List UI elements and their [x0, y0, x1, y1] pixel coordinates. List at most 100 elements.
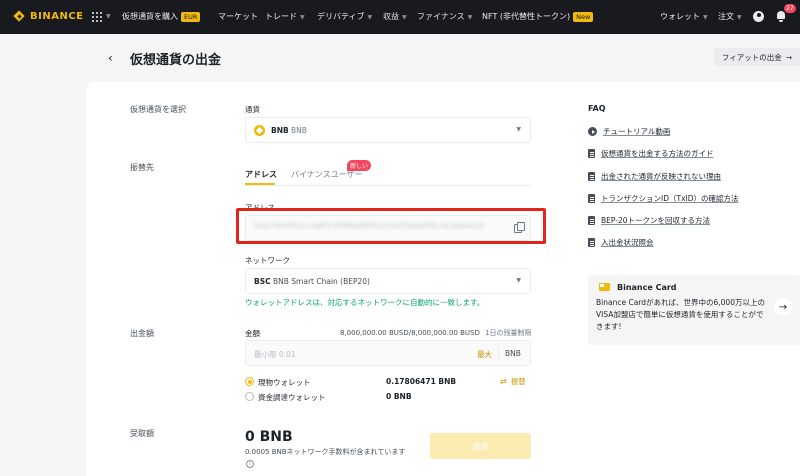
- faq-link: 出金された通貨が反映されない理由: [601, 172, 721, 181]
- info-icon[interactable]: i: [246, 460, 254, 468]
- faq-link: チュートリアル動画: [603, 127, 671, 136]
- faq-link: トランザクションID（TxID）の確認方法: [601, 194, 739, 203]
- amount-section-label: 出金額: [130, 329, 154, 338]
- chevron-down-icon: ▼: [703, 14, 708, 21]
- chevron-down-icon: ▼: [367, 14, 373, 21]
- document-icon: [588, 172, 595, 181]
- coin-symbol: BNB: [271, 126, 289, 135]
- faq-item[interactable]: 入出金状況照会: [588, 237, 654, 248]
- nav-buy-crypto-label: 仮想通貨を購入: [122, 12, 178, 21]
- document-icon: [588, 238, 595, 247]
- faq-link: 入出金状況照会: [601, 238, 654, 247]
- chevron-down-icon: ▼: [106, 13, 111, 20]
- faq-item[interactable]: BEP-20トークンを回収する方法: [588, 215, 710, 226]
- play-icon: [588, 127, 597, 136]
- faq-item[interactable]: 仮想通貨を出金する方法のガイド: [588, 148, 714, 159]
- nav-orders-label: 注文: [718, 12, 734, 21]
- nav-finance-label: ファイナンス: [417, 12, 465, 21]
- fiat-withdraw-label: フィアットの出金: [721, 52, 782, 62]
- notification-count-badge: 27: [784, 4, 796, 13]
- apps-grid-icon[interactable]: [92, 12, 102, 22]
- nav-wallet[interactable]: ウォレット ▼: [660, 11, 708, 22]
- faq-title: FAQ: [588, 104, 606, 113]
- amount-input[interactable]: 最小限 0.01 最大 BNB: [245, 340, 531, 366]
- funding-wallet-radio[interactable]: [245, 392, 254, 401]
- withdraw-button[interactable]: 出金: [430, 433, 531, 459]
- back-arrow-icon[interactable]: ‹: [108, 51, 113, 65]
- max-button[interactable]: 最大: [477, 349, 492, 360]
- divider: [498, 347, 499, 359]
- faq-link: 仮想通貨を出金する方法のガイド: [601, 149, 714, 158]
- chevron-down-icon: ▼: [516, 126, 521, 133]
- transfer-to-label: 振替先: [130, 163, 154, 172]
- binance-logo[interactable]: BINANCE: [12, 9, 84, 23]
- document-icon: [588, 149, 595, 158]
- spot-wallet-label: 現物ウォレット: [258, 378, 311, 387]
- binance-card-description: Binance Cardがあれば、世界中の6,000万以上のVISA加盟店で簡単…: [596, 298, 765, 331]
- nav-nft[interactable]: NFT (非代替性トークン) New: [482, 11, 594, 22]
- nav-earn-label: 収益: [383, 12, 399, 21]
- network-name: BNB Smart Chain (BEP20): [273, 277, 370, 286]
- nav-trade[interactable]: トレード ▼: [265, 11, 305, 22]
- bnb-coin-icon: [254, 125, 265, 136]
- receive-label: 受取額: [130, 429, 154, 438]
- user-icon[interactable]: [753, 11, 764, 22]
- withdraw-button-label: 出金: [472, 441, 489, 451]
- new-badge: 新しい: [347, 160, 372, 171]
- page-header: [0, 34, 800, 82]
- document-icon: [588, 194, 595, 203]
- spot-wallet-radio[interactable]: [245, 377, 254, 386]
- nav-markets[interactable]: マーケット: [218, 11, 258, 22]
- fee-note: 0.0005 BNBネットワーク手数料が含まれています: [245, 448, 406, 456]
- coin-field-label: 通貨: [245, 105, 260, 114]
- coin-select[interactable]: BNB BNB ▼: [245, 117, 531, 143]
- chevron-down-icon: ▼: [402, 14, 407, 21]
- daily-limit-value: 8,000,000.00 BUSD/8,000,000.00 BUSD: [340, 329, 480, 337]
- nav-nft-label: NFT (非代替性トークン): [482, 12, 571, 21]
- credit-card-icon: [599, 283, 610, 291]
- eur-badge: EUR: [181, 12, 201, 22]
- network-code: BSC: [254, 277, 271, 286]
- new-badge: New: [573, 12, 594, 22]
- coin-name: BNB: [291, 126, 307, 135]
- nav-finance[interactable]: ファイナンス ▼: [417, 11, 472, 22]
- tab-divider: [245, 185, 531, 186]
- transfer-label: 振替: [510, 377, 526, 386]
- funding-wallet-label: 資金調達ウォレット: [258, 393, 326, 402]
- top-nav: BINANCE ▼ 仮想通貨を購入 EUR マーケット トレード ▼ デリバティブ ▼…: [0, 0, 800, 34]
- arrow-right-icon[interactable]: →: [774, 298, 792, 316]
- faq-item[interactable]: トランザクションID（TxID）の確認方法: [588, 193, 739, 204]
- nav-earn[interactable]: 収益 ▼: [383, 11, 407, 22]
- daily-limit-suffix: 1日の残量制限: [485, 329, 532, 337]
- amount-placeholder: 最小限 0.01: [254, 350, 296, 359]
- logo-text: BINANCE: [30, 10, 84, 22]
- binance-card-title: Binance Card: [617, 283, 677, 292]
- funding-wallet-balance: 0 BNB: [386, 392, 412, 401]
- transfer-link[interactable]: ⇄ 振替: [500, 376, 526, 387]
- nav-wallet-label: ウォレット: [660, 12, 700, 21]
- spot-wallet-balance: 0.17806471 BNB: [386, 377, 457, 386]
- receive-amount: 0 BNB: [245, 429, 293, 445]
- nav-derivatives[interactable]: デリバティブ ▼: [317, 11, 372, 22]
- arrow-right-icon: →: [785, 52, 793, 62]
- nav-trade-label: トレード: [265, 12, 297, 21]
- address-highlight-box: [236, 208, 546, 244]
- transfer-icon: ⇄: [500, 377, 507, 386]
- fiat-withdraw-button[interactable]: フィアットの出金 →: [714, 48, 800, 66]
- faq-item[interactable]: チュートリアル動画: [588, 126, 670, 137]
- nav-orders[interactable]: 注文 ▼: [718, 11, 742, 22]
- network-select[interactable]: BSC BNB Smart Chain (BEP20) ▼: [245, 268, 531, 294]
- daily-limit: 8,000,000.00 BUSD/8,000,000.00 BUSD 1日の残…: [340, 328, 532, 338]
- faq-item[interactable]: 出金された通貨が反映されない理由: [588, 171, 721, 182]
- bell-icon[interactable]: [776, 11, 786, 22]
- network-label: ネットワーク: [245, 256, 290, 265]
- tab-address[interactable]: アドレス: [245, 169, 277, 180]
- nav-markets-label: マーケット: [218, 12, 258, 21]
- chevron-down-icon: ▼: [516, 277, 521, 284]
- document-icon: [588, 216, 595, 225]
- chevron-down-icon: ▼: [737, 14, 742, 21]
- network-notice: ウォレットアドレスは、対応するネットワークに自動的に一致します。: [245, 298, 485, 307]
- nav-buy-crypto[interactable]: 仮想通貨を購入 EUR: [122, 11, 201, 22]
- nav-derivatives-label: デリバティブ: [317, 12, 365, 21]
- chevron-down-icon: ▼: [467, 14, 473, 21]
